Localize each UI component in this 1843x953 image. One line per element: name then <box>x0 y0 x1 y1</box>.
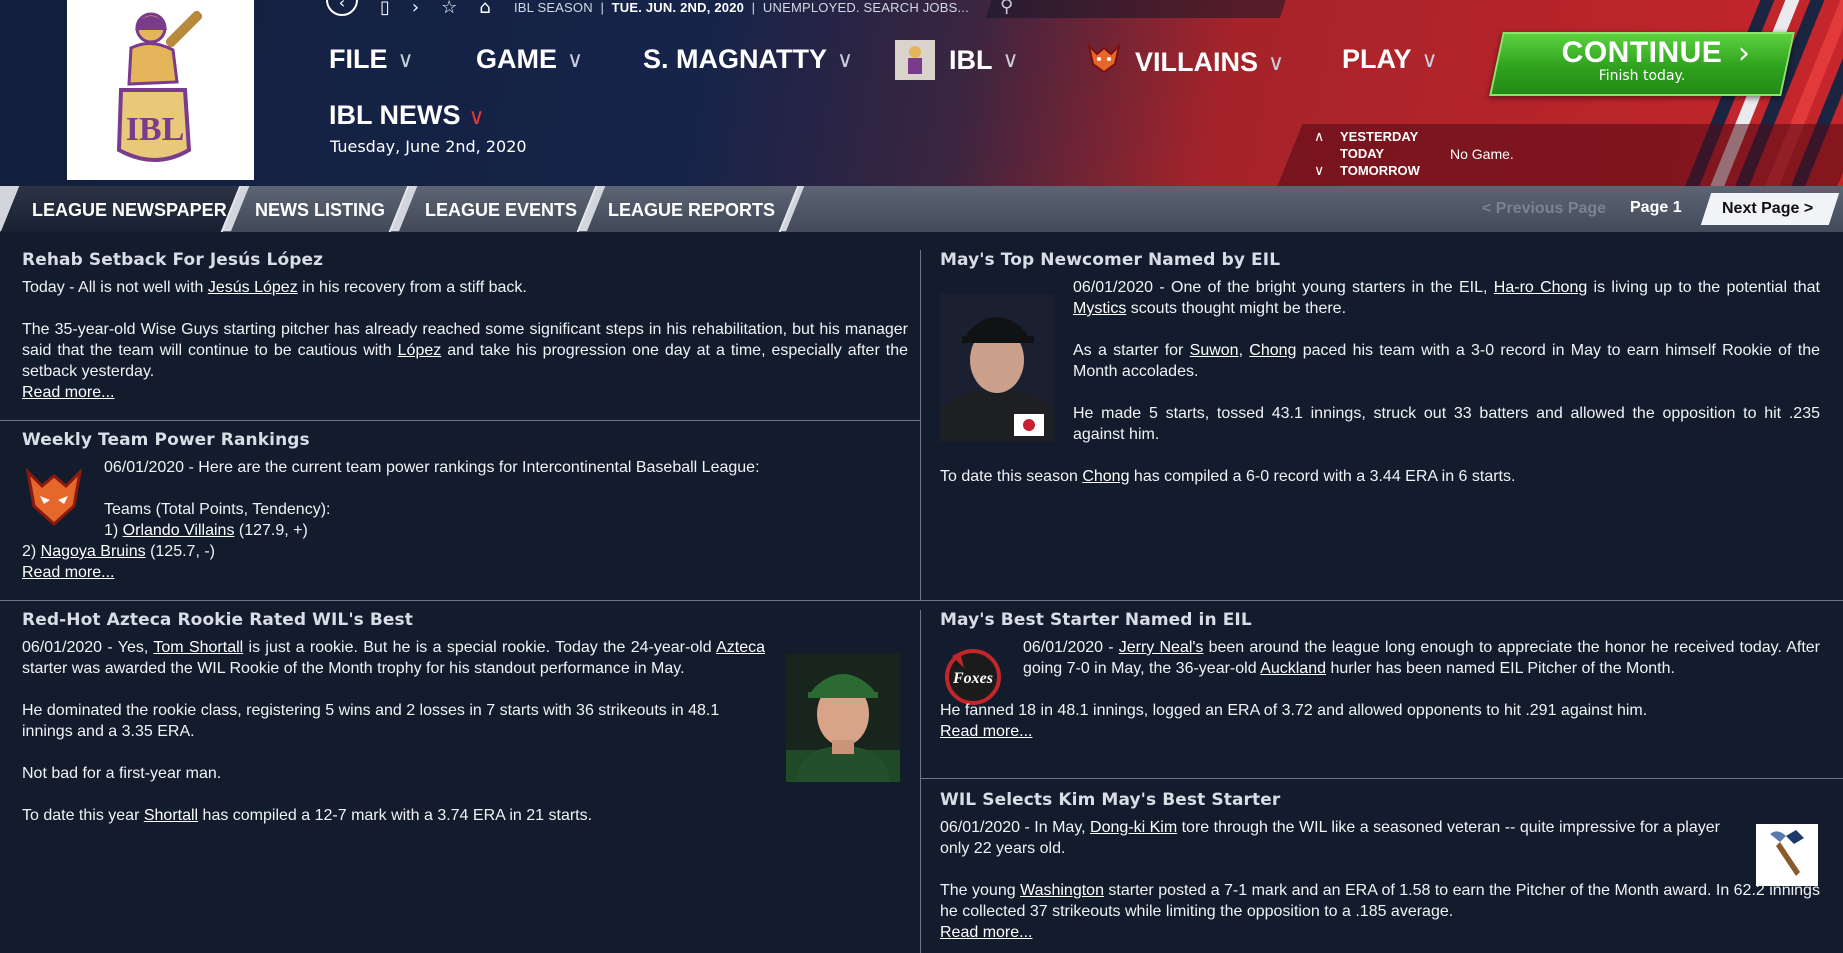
chevron-down-icon: ∨ <box>1421 46 1438 72</box>
team-link[interactable]: Orlando Villains <box>123 522 235 539</box>
story-rehab-setback: Rehab Setback For Jesús López Today - Al… <box>22 250 909 403</box>
document-icon[interactable]: ▯ <box>380 0 390 17</box>
read-more-link[interactable]: Read more... <box>22 562 908 583</box>
tab-news-listing-label: NEWS LISTING <box>255 200 385 220</box>
svg-text:IBL: IBL <box>126 111 185 148</box>
row-divider <box>0 420 920 421</box>
villains-logo-icon <box>1087 42 1121 81</box>
chevron-down-icon: ∨ <box>837 46 854 72</box>
story-title[interactable]: May's Top Newcomer Named by EIL <box>940 250 1820 271</box>
tab-league-reports-label: LEAGUE REPORTS <box>608 200 776 220</box>
player-photo[interactable] <box>786 654 900 782</box>
chevron-down-icon: ∨ <box>468 104 485 129</box>
team-link[interactable]: Nagoya Bruins <box>41 543 146 560</box>
row-divider <box>0 600 1843 601</box>
menu-league[interactable]: IBL ∨ <box>895 40 1019 80</box>
read-more-link[interactable]: Read more... <box>940 721 1820 742</box>
chevron-up-icon: ∧ <box>1314 128 1325 144</box>
team-link[interactable]: Auckland <box>1260 660 1326 677</box>
story-kim-best-starter: WIL Selects Kim May's Best Starter 06/01… <box>940 790 1820 943</box>
menu-manager-label: S. MAGNATTY <box>643 44 827 74</box>
search-bar[interactable] <box>985 0 1289 18</box>
menu-file-label: FILE <box>329 44 388 74</box>
chevron-down-icon: ∨ <box>1314 162 1325 178</box>
menu-team-label: VILLAINS <box>1135 47 1259 77</box>
league-logo[interactable]: IBL <box>67 0 254 180</box>
story-title[interactable]: WIL Selects Kim May's Best Starter <box>940 790 1740 811</box>
story-title[interactable]: Rehab Setback For Jesús López <box>22 250 908 271</box>
player-link[interactable]: López <box>398 342 442 359</box>
player-link[interactable]: Chong <box>1082 468 1129 485</box>
back-icon[interactable]: ‹ <box>326 0 358 16</box>
column-divider <box>920 610 921 953</box>
read-more-link[interactable]: Read more... <box>940 922 1740 943</box>
season-label: IBL SEASON <box>514 0 593 15</box>
menu-game[interactable]: GAME ∨ <box>476 44 583 75</box>
batter-logo-icon: IBL <box>116 10 203 162</box>
quick-nav: ‹ ▯ › ☆ ⌂ <box>326 0 513 17</box>
menu-play-label: PLAY <box>1342 44 1412 74</box>
chevron-down-icon: ∨ <box>567 46 584 72</box>
menu-league-label: IBL <box>949 44 993 75</box>
player-link[interactable]: Shortall <box>144 807 198 824</box>
league-thumbnail-icon <box>895 40 935 80</box>
player-link[interactable]: Tom Shortall <box>153 639 243 656</box>
chevron-down-icon: ∨ <box>1002 47 1019 72</box>
chevron-down-icon: ∨ <box>1268 49 1285 75</box>
menu-game-label: GAME <box>476 44 557 74</box>
day-yesterday[interactable]: ∧ YESTERDAY <box>1314 128 1420 145</box>
tab-league-events-label: LEAGUE EVENTS <box>425 200 578 220</box>
next-page-label[interactable]: Next Page > <box>1722 200 1813 218</box>
player-link[interactable]: Jerry Neal's <box>1119 639 1204 656</box>
status-line: IBL SEASON | TUE. JUN. 2ND, 2020 | UNEMP… <box>514 0 969 15</box>
page-title[interactable]: IBL NEWS ∨ <box>329 100 485 131</box>
player-link[interactable]: Chong <box>1249 342 1296 359</box>
page-title-label: IBL NEWS <box>329 100 461 130</box>
player-link[interactable]: Dong-ki Kim <box>1090 819 1177 836</box>
chevron-down-icon: ∨ <box>397 46 414 72</box>
previous-page-button[interactable]: < Previous Page <box>1482 200 1606 218</box>
story-azteca-rookie: Red-Hot Azteca Rookie Rated WIL's Best 0… <box>22 610 765 824</box>
current-date: TUE. JUN. 2ND, 2020 <box>611 0 745 15</box>
story-best-starter-eil: May's Best Starter Named in EIL 06/01/20… <box>940 610 1820 742</box>
player-link[interactable]: Ha-ro Chong <box>1494 279 1587 296</box>
forward-icon[interactable]: › <box>412 0 419 17</box>
read-more-link[interactable]: Read more... <box>22 382 908 403</box>
continue-button-content[interactable]: CONTINUE Finish today. › <box>1496 32 1788 96</box>
team-link[interactable]: Mystics <box>1073 300 1126 317</box>
page-number: Page 1 <box>1630 199 1682 216</box>
player-link[interactable]: Jesús López <box>208 279 298 296</box>
team-logo-icon[interactable] <box>1756 824 1818 886</box>
job-status-link[interactable]: UNEMPLOYED. SEARCH JOBS... <box>763 0 969 15</box>
page-date: Tuesday, June 2nd, 2020 <box>330 137 527 156</box>
story-title[interactable]: May's Best Starter Named in EIL <box>940 610 1820 631</box>
tab-league-newspaper-label: LEAGUE NEWSPAPER <box>32 200 227 220</box>
chevron-right-icon: › <box>1738 36 1750 71</box>
tab-bar-fill <box>785 186 1843 232</box>
menu-file[interactable]: FILE ∨ <box>329 44 414 75</box>
day-today[interactable]: TODAY <box>1314 145 1420 162</box>
day-tomorrow[interactable]: ∨ TOMORROW <box>1314 162 1420 179</box>
row-divider <box>920 778 1843 779</box>
home-icon[interactable]: ⌂ <box>479 0 490 17</box>
story-title[interactable]: Weekly Team Power Rankings <box>22 430 908 451</box>
column-divider <box>920 250 921 600</box>
story-power-rankings: Weekly Team Power Rankings 06/01/2020 - … <box>22 430 908 583</box>
team-link[interactable]: Azteca <box>716 639 765 656</box>
story-top-newcomer: May's Top Newcomer Named by EIL 06/01/20… <box>940 250 1821 485</box>
team-link[interactable]: Suwon <box>1190 342 1239 359</box>
newspaper-content: Rehab Setback For Jesús López Today - Al… <box>0 240 1843 953</box>
menu-play[interactable]: PLAY ∨ <box>1342 44 1438 75</box>
star-icon[interactable]: ☆ <box>441 0 457 17</box>
story-title[interactable]: Red-Hot Azteca Rookie Rated WIL's Best <box>22 610 765 631</box>
menu-team[interactable]: VILLAINS ∨ <box>1087 42 1285 81</box>
day-selector: ∧ YESTERDAY TODAY ∨ TOMORROW <box>1314 128 1420 179</box>
menu-manager[interactable]: S. MAGNATTY ∨ <box>643 44 853 75</box>
today-game-status: No Game. <box>1450 146 1514 162</box>
search-icon[interactable]: ⚲ <box>1000 0 1013 17</box>
team-link[interactable]: Washington <box>1020 882 1104 899</box>
